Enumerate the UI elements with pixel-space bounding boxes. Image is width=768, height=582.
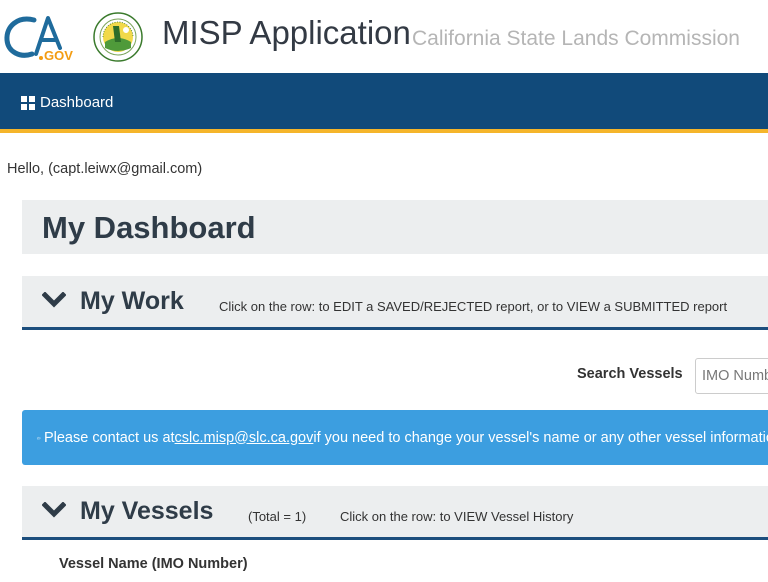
user-greeting: Hello, (capt.leiwx@gmail.com) — [7, 161, 203, 177]
app-header: GOV MISP Application California State La… — [0, 0, 768, 73]
column-header-vessel-name[interactable]: Vessel Name (IMO Number) — [59, 556, 248, 572]
my-vessels-panel: My Vessels (Total = 1) Click on the row:… — [22, 486, 768, 540]
hand-pointing-icon — [37, 436, 41, 439]
alert-text-prefix: Please contact us at — [43, 429, 175, 446]
chevron-down-icon[interactable] — [42, 292, 66, 308]
page-title: My Dashboard — [42, 210, 256, 245]
my-vessels-title[interactable]: My Vessels — [80, 497, 213, 526]
my-vessels-hint: Click on the row: to VIEW Vessel History — [340, 509, 574, 524]
contact-email-link[interactable]: cslc.misp@slc.ca.gov — [175, 430, 314, 446]
chevron-down-icon[interactable] — [42, 502, 66, 518]
cagov-logo[interactable]: GOV — [4, 12, 78, 62]
contact-alert: Please contact us at cslc.misp@slc.ca.go… — [22, 410, 768, 465]
my-work-title[interactable]: My Work — [80, 287, 184, 316]
search-vessels-input[interactable] — [695, 358, 768, 394]
app-subtitle: California State Lands Commission — [412, 27, 740, 50]
nav-item-label: Dashboard — [40, 94, 114, 111]
svg-text:GOV: GOV — [44, 48, 73, 62]
my-work-panel: My Work Click on the row: to EDIT a SAVE… — [22, 276, 768, 330]
nav-item-dashboard[interactable]: Dashboard — [21, 94, 113, 111]
dashboard-grid-icon — [21, 95, 35, 110]
state-lands-seal-logo — [93, 12, 143, 62]
main-navbar: Dashboard — [0, 73, 768, 133]
app-title: MISP Application — [162, 14, 411, 51]
vessel-total-count: (Total = 1) — [248, 509, 307, 524]
search-vessels-label: Search Vessels — [577, 366, 683, 382]
my-work-hint: Click on the row: to EDIT a SAVED/REJECT… — [219, 299, 728, 314]
dashboard-title-panel: My Dashboard — [22, 200, 768, 254]
alert-text-suffix: if you need to change your vessel's name… — [313, 429, 768, 446]
